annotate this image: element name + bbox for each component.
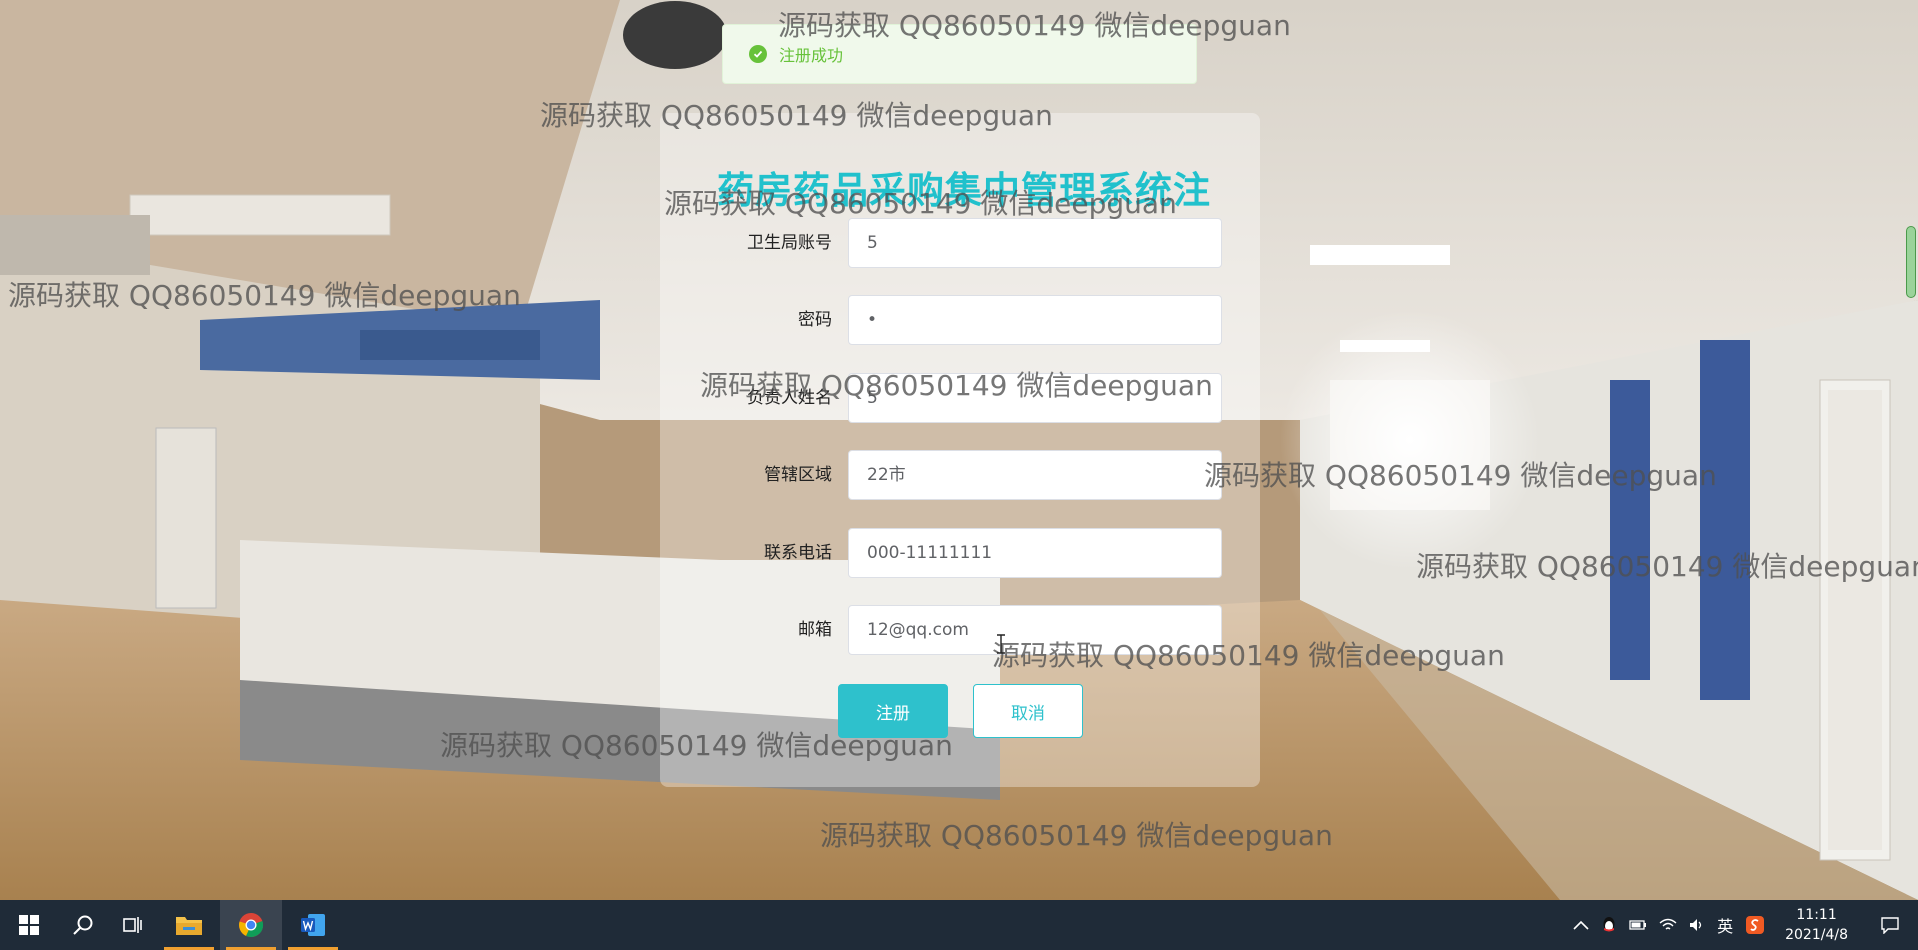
input-method-indicator[interactable]: 英 <box>1711 900 1739 950</box>
battery-icon[interactable] <box>1623 900 1653 950</box>
email-label: 邮箱 <box>798 620 832 640</box>
system-tray: 英 11:11 2021/4/8 <box>1567 900 1918 950</box>
clock-date: 2021/4/8 <box>1785 927 1848 943</box>
password-label: 密码 <box>798 310 832 330</box>
account-label: 卫生局账号 <box>747 233 832 253</box>
wifi-icon[interactable] <box>1653 900 1683 950</box>
register-button[interactable]: 注册 <box>838 684 948 738</box>
system-clock[interactable]: 11:11 2021/4/8 <box>1771 905 1862 945</box>
windows-start-icon[interactable] <box>0 900 58 950</box>
notification-center-icon[interactable] <box>1862 900 1918 950</box>
email-input[interactable]: 12@qq.com <box>848 605 1222 655</box>
region-input[interactable]: 22市 <box>848 450 1222 500</box>
form-row-manager-name: 负责人姓名 5 <box>660 373 1260 423</box>
task-view-icon[interactable] <box>108 900 158 950</box>
form-row-region: 管辖区域 22市 <box>660 450 1260 500</box>
manager-name-label: 负责人姓名 <box>747 388 832 408</box>
windows-taskbar: 英 11:11 2021/4/8 <box>0 900 1918 950</box>
word-icon[interactable] <box>282 900 344 950</box>
region-label: 管辖区域 <box>764 465 832 485</box>
success-toast: 注册成功 <box>722 24 1197 84</box>
qq-icon[interactable] <box>1595 900 1623 950</box>
password-input[interactable]: • <box>848 295 1222 345</box>
form-row-account: 卫生局账号 5 <box>660 218 1260 268</box>
volume-icon[interactable] <box>1683 900 1711 950</box>
manager-name-input[interactable]: 5 <box>848 373 1222 423</box>
cancel-button[interactable]: 取消 <box>973 684 1083 738</box>
toast-message: 注册成功 <box>779 46 844 65</box>
sogou-input-icon[interactable] <box>1739 900 1771 950</box>
text-cursor-icon <box>997 634 1005 654</box>
page-scrollbar[interactable] <box>1906 226 1916 298</box>
search-icon[interactable] <box>58 900 108 950</box>
chevron-up-icon[interactable] <box>1567 900 1595 950</box>
account-input[interactable]: 5 <box>848 218 1222 268</box>
phone-input[interactable]: 000-11111111 <box>848 528 1222 578</box>
chrome-icon[interactable] <box>220 900 282 950</box>
check-circle-icon <box>749 45 767 63</box>
phone-label: 联系电话 <box>764 543 832 563</box>
form-row-phone: 联系电话 000-11111111 <box>660 528 1260 578</box>
form-row-email: 邮箱 12@qq.com <box>660 605 1260 655</box>
form-row-password: 密码 • <box>660 295 1260 345</box>
clock-time: 11:11 <box>1796 907 1837 923</box>
file-explorer-icon[interactable] <box>158 900 220 950</box>
